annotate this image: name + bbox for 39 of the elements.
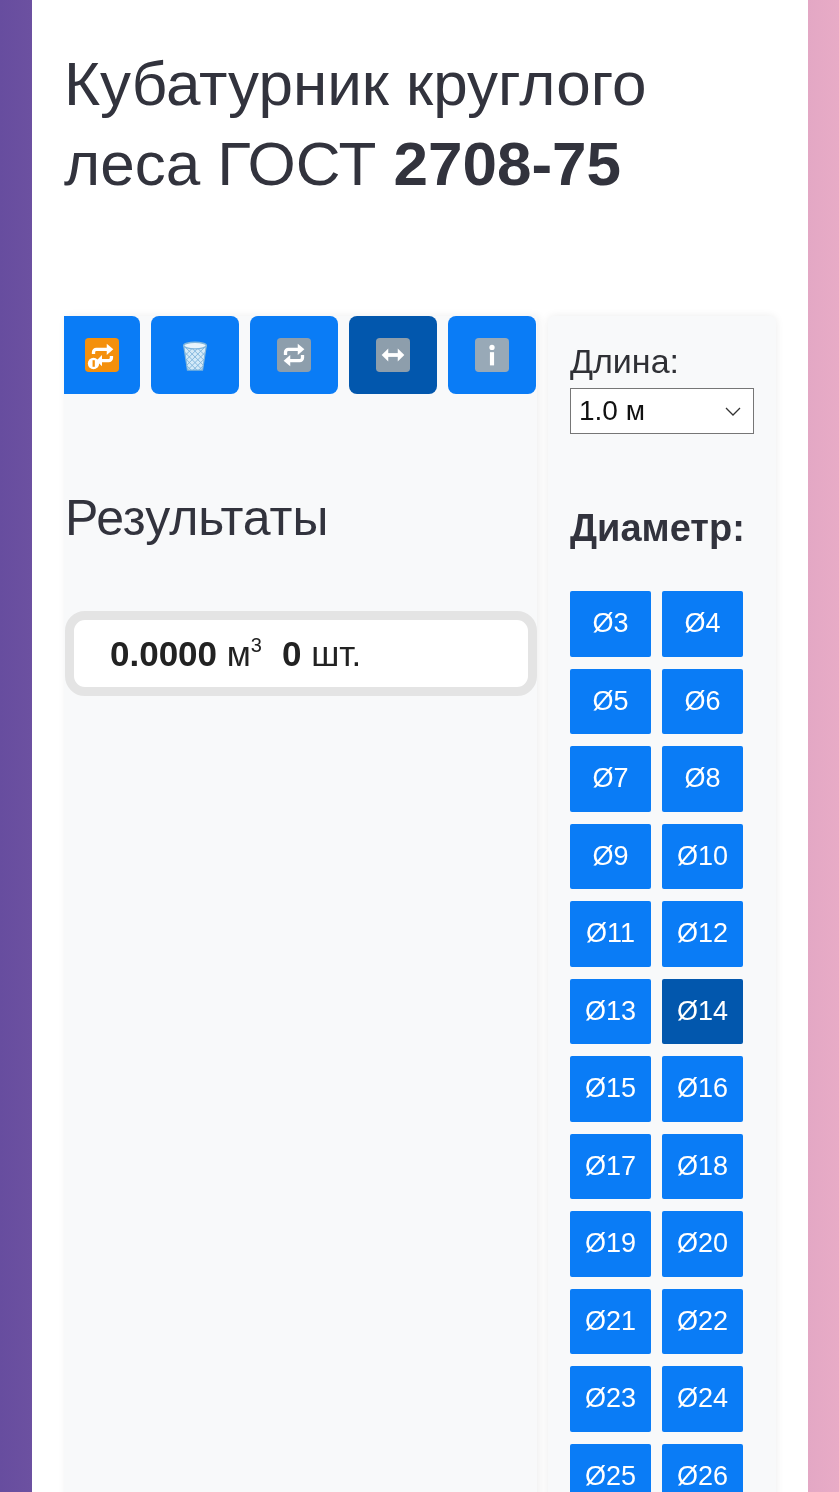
results-heading: Результаты bbox=[65, 489, 330, 548]
toolbar-button[interactable] bbox=[64, 316, 140, 394]
diameter-button[interactable]: Ø23 bbox=[570, 1366, 651, 1432]
diameter-button[interactable]: Ø7 bbox=[570, 746, 651, 812]
diameter-button[interactable]: Ø10 bbox=[662, 823, 743, 889]
diameter-button[interactable]: Ø6 bbox=[662, 668, 743, 734]
swap-arrows-icon bbox=[277, 338, 311, 372]
toolbar-button[interactable] bbox=[349, 316, 437, 394]
diameter-button[interactable]: Ø13 bbox=[570, 978, 651, 1044]
diameter-button[interactable]: Ø26 bbox=[662, 1443, 743, 1492]
diameter-button[interactable]: Ø18 bbox=[662, 1133, 743, 1199]
diameter-button[interactable]: Ø25 bbox=[570, 1443, 651, 1492]
diameter-button[interactable]: Ø14 bbox=[662, 978, 743, 1044]
diameter-button[interactable]: Ø12 bbox=[662, 901, 743, 967]
diameter-button[interactable]: Ø4 bbox=[662, 591, 743, 657]
volume-value: 0.0000 м$^{3}$ bbox=[110, 633, 262, 674]
chevron-down-icon bbox=[725, 406, 741, 416]
diameter-button[interactable]: Ø5 bbox=[570, 668, 651, 734]
diameter-button[interactable]: Ø11 bbox=[570, 901, 651, 967]
diameter-button[interactable]: Ø9 bbox=[570, 823, 651, 889]
toolbar-button[interactable] bbox=[250, 316, 338, 394]
diameter-button[interactable]: Ø8 bbox=[662, 746, 743, 812]
count-value: 0 шт. bbox=[282, 633, 362, 674]
diameter-button[interactable]: Ø15 bbox=[570, 1056, 651, 1122]
diameter-button[interactable]: Ø16 bbox=[662, 1056, 743, 1122]
diameter-button[interactable]: Ø3 bbox=[570, 591, 651, 657]
diameter-button[interactable]: Ø19 bbox=[570, 1211, 651, 1277]
diameter-label: Диаметр: bbox=[570, 506, 746, 550]
length-select[interactable]: 1.0 м bbox=[570, 388, 754, 434]
page-title: Кубатурник круглого леса ГОСТ 2708-75 bbox=[64, 48, 648, 200]
diameter-button[interactable]: Ø24 bbox=[662, 1366, 743, 1432]
diameter-button[interactable]: Ø22 bbox=[662, 1288, 743, 1354]
toolbar-button[interactable] bbox=[151, 316, 239, 394]
diameter-button[interactable]: Ø20 bbox=[662, 1211, 743, 1277]
diameter-button[interactable]: Ø17 bbox=[570, 1133, 651, 1199]
length-label: Длина: bbox=[570, 341, 680, 381]
repeat-icon bbox=[85, 338, 119, 372]
diameter-button[interactable]: Ø21 bbox=[570, 1288, 651, 1354]
info-icon bbox=[475, 338, 509, 372]
